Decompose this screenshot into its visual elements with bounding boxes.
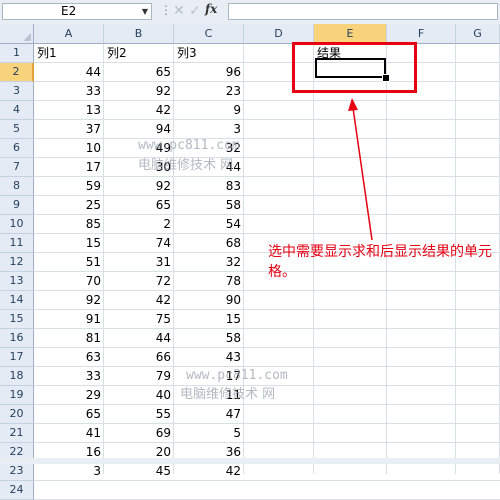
row-header-23[interactable]: 23 xyxy=(0,462,34,481)
annotation-text: 选中需要显示求和后显示结果的单元格。 xyxy=(268,244,492,280)
cell-a23[interactable]: 3 xyxy=(34,462,104,480)
cell-b23[interactable]: 45 xyxy=(104,462,174,480)
cell-c23[interactable]: 42 xyxy=(174,462,244,480)
horizontal-scrollbar[interactable] xyxy=(0,458,500,464)
annotation-arrow xyxy=(348,98,373,241)
row-header-24[interactable]: 24 xyxy=(0,481,34,500)
